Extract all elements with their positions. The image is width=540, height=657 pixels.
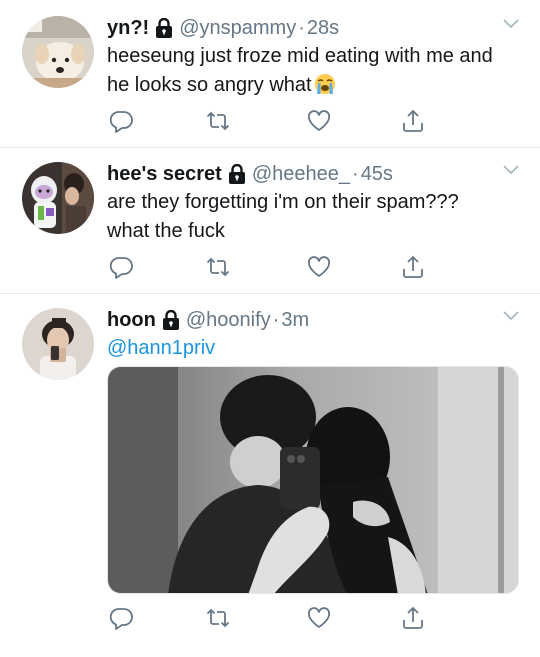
separator-dot: · <box>298 16 305 39</box>
timestamp[interactable]: 45s <box>361 163 393 186</box>
retweet-icon[interactable] <box>205 605 231 631</box>
tweet[interactable]: yn?! @ynspammy · 28s heeseung just froze… <box>0 0 540 148</box>
tweet-content: hoon @hoonify · 3m @hann1priv <box>107 306 520 363</box>
share-icon[interactable] <box>400 254 426 280</box>
tweet-actions <box>108 108 423 134</box>
share-icon[interactable] <box>400 108 426 134</box>
tweet-header: yn?! @ynspammy · 28s <box>107 14 520 42</box>
tweet-photo[interactable] <box>107 366 519 594</box>
chevron-down-icon[interactable] <box>502 164 520 176</box>
user-handle[interactable]: @hoonify <box>186 309 271 332</box>
tweet-text: @hann1priv <box>107 334 520 363</box>
tweet-body: heeseung just froze mid eating with me a… <box>107 45 493 96</box>
tweet-content: hee's secret @heehee_ · 45s are they for… <box>107 160 520 246</box>
separator-dot: · <box>272 308 280 331</box>
user-handle[interactable]: @ynspammy <box>179 17 296 40</box>
reply-icon[interactable] <box>108 108 134 134</box>
timestamp[interactable]: 28s <box>307 17 339 40</box>
retweet-icon[interactable] <box>205 254 231 280</box>
separator-dot: · <box>352 162 359 185</box>
avatar[interactable] <box>22 162 94 234</box>
avatar[interactable] <box>22 308 94 380</box>
chevron-down-icon[interactable] <box>502 310 520 322</box>
tweet-line: what the fuck <box>107 220 225 242</box>
tweet-content: yn?! @ynspammy · 28s heeseung just froze… <box>107 14 520 100</box>
like-icon[interactable] <box>306 254 332 280</box>
avatar[interactable] <box>22 16 94 88</box>
loudly-crying-face-icon <box>314 73 336 95</box>
retweet-icon[interactable] <box>205 108 231 134</box>
lock-icon <box>228 164 246 184</box>
timeline-feed: yn?! @ynspammy · 28s heeseung just froze… <box>0 0 540 657</box>
tweet[interactable]: hoon @hoonify · 3m @hann1priv <box>0 294 540 657</box>
reply-icon[interactable] <box>108 605 134 631</box>
reply-icon[interactable] <box>108 254 134 280</box>
tweet-line: are they forgetting i'm on their spam??? <box>107 191 459 213</box>
display-name[interactable]: yn?! <box>107 17 149 40</box>
share-icon[interactable] <box>400 605 426 631</box>
tweet-header: hoon @hoonify · 3m <box>107 306 520 334</box>
lock-icon <box>162 310 180 330</box>
lock-icon <box>155 18 173 38</box>
timestamp[interactable]: 3m <box>281 309 309 332</box>
like-icon[interactable] <box>306 108 332 134</box>
tweet-actions <box>108 254 423 280</box>
tweet-text: are they forgetting i'm on their spam???… <box>107 188 520 246</box>
mention-link[interactable]: @hann1priv <box>107 337 215 359</box>
tweet-actions <box>108 605 423 631</box>
user-handle[interactable]: @heehee_ <box>252 163 350 186</box>
tweet-header: hee's secret @heehee_ · 45s <box>107 160 520 188</box>
like-icon[interactable] <box>306 605 332 631</box>
chevron-down-icon[interactable] <box>502 18 520 30</box>
tweet[interactable]: hee's secret @heehee_ · 45s are they for… <box>0 148 540 294</box>
display-name[interactable]: hoon <box>107 309 156 332</box>
display-name[interactable]: hee's secret <box>107 163 222 186</box>
tweet-text: heeseung just froze mid eating with me a… <box>107 42 520 100</box>
